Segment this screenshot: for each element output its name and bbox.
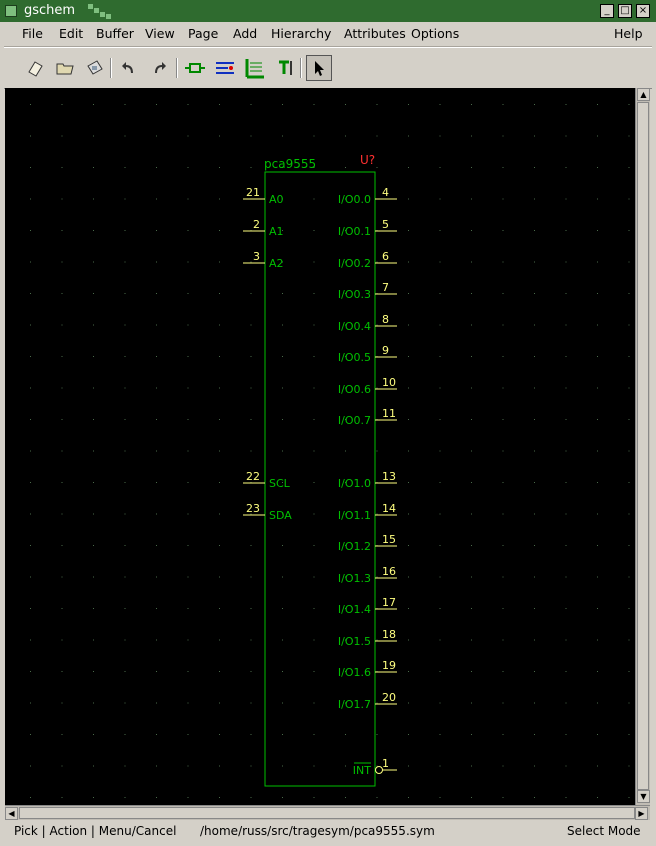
menu-options[interactable]: Options: [411, 26, 459, 41]
pin-label: SDA: [269, 509, 292, 522]
window-title: gschem: [24, 3, 76, 18]
pin-number: 22: [246, 470, 260, 483]
horizontal-scrollbar[interactable]: ◀ ▶: [5, 805, 650, 820]
pin-number: 16: [382, 565, 396, 578]
add-net-icon[interactable]: [212, 55, 238, 81]
menu-view[interactable]: View: [145, 26, 175, 41]
pin-label: I/O0.7: [338, 414, 371, 427]
pin-number: 23: [246, 502, 260, 515]
close-button[interactable]: ×: [636, 4, 650, 18]
mode-indicator: Select Mode: [567, 824, 641, 838]
menu-buffer[interactable]: Buffer: [96, 26, 134, 41]
pin-label: I/O0.5: [338, 351, 371, 364]
pin-number: 6: [382, 250, 389, 263]
menu-page[interactable]: Page: [188, 26, 218, 41]
pin-label: I/O1.4: [338, 603, 371, 616]
menu-attributes[interactable]: Attributes: [344, 26, 406, 41]
title-bar: gschem _ □ ×: [0, 0, 656, 22]
pin-label: I/O1.6: [338, 666, 371, 679]
vertical-scrollbar[interactable]: ▲ ▼: [635, 88, 650, 805]
add-bus-icon[interactable]: [242, 55, 268, 81]
grid-dots: [30, 104, 630, 798]
pin-label: I/O1.5: [338, 635, 371, 648]
pin-number: 14: [382, 502, 396, 515]
open-file-icon[interactable]: [52, 55, 78, 81]
minimize-button[interactable]: _: [600, 4, 614, 18]
pin-label: I/O1.7: [338, 698, 371, 711]
toolbar-separator: [300, 58, 302, 78]
pin-label: I/O1.2: [338, 540, 371, 553]
menu-bar: File Edit Buffer View Page Add Hierarchy…: [4, 22, 652, 47]
pin-label: I/O0.6: [338, 383, 371, 396]
pin-label: I/O1.1: [338, 509, 371, 522]
pin-label: I/O0.1: [338, 225, 371, 238]
pin-number: 2: [253, 218, 260, 231]
pin-number: 9: [382, 344, 389, 357]
menu-edit[interactable]: Edit: [59, 26, 83, 41]
pin-label: I/O0.2: [338, 257, 371, 270]
scroll-left-icon[interactable]: ◀: [5, 807, 18, 820]
scroll-down-icon[interactable]: ▼: [637, 790, 650, 803]
pin-label: I/O1.0: [338, 477, 371, 490]
pin-number: 4: [382, 186, 389, 199]
refdes-label[interactable]: U?: [360, 153, 375, 167]
select-arrow-icon[interactable]: [306, 55, 332, 81]
vertical-scroll-thumb[interactable]: [637, 102, 649, 790]
mouse-hints: Pick | Action | Menu/Cancel: [14, 824, 177, 838]
scroll-right-icon[interactable]: ▶: [635, 807, 648, 820]
pin-number: 20: [382, 691, 396, 704]
symbol-name[interactable]: pca9555: [264, 157, 316, 171]
scroll-up-icon[interactable]: ▲: [637, 88, 650, 101]
pin-number: 13: [382, 470, 396, 483]
menu-hierarchy[interactable]: Hierarchy: [271, 26, 331, 41]
undo-icon[interactable]: [116, 55, 142, 81]
add-component-icon[interactable]: [182, 55, 208, 81]
pin-number: 5: [382, 218, 389, 231]
pin-label: I/O1.3: [338, 572, 371, 585]
file-path: /home/russ/src/tragesym/pca9555.sym: [200, 824, 435, 838]
menu-help[interactable]: Help: [614, 26, 643, 41]
maximize-button[interactable]: □: [618, 4, 632, 18]
pin-label: SCL: [269, 477, 291, 490]
pin-number: 17: [382, 596, 396, 609]
pin-number: 7: [382, 281, 389, 294]
titlebar-decoration: [88, 4, 111, 19]
toolbar-separator: [176, 58, 178, 78]
horizontal-scroll-thumb[interactable]: [19, 807, 635, 819]
pin-label: I/O0.0: [338, 193, 371, 206]
pin-number: 1: [382, 757, 389, 770]
pin-number: 8: [382, 313, 389, 326]
pin-number: 10: [382, 376, 396, 389]
pin-number: 15: [382, 533, 396, 546]
pin-label: INT: [353, 764, 371, 777]
schematic-drawing: pca9555 U? 21A02A13A222SCL23SDA4I/O0.05I…: [30, 104, 630, 798]
menu-file[interactable]: File: [22, 26, 43, 41]
status-bar: Pick | Action | Menu/Cancel /home/russ/s…: [0, 820, 656, 846]
pin-number: 19: [382, 659, 396, 672]
pin-number: 21: [246, 186, 260, 199]
toolbar: [4, 47, 652, 89]
toolbar-separator: [110, 58, 112, 78]
pin-label: I/O0.4: [338, 320, 371, 333]
new-file-icon[interactable]: [22, 55, 48, 81]
pin-number: 3: [253, 250, 260, 263]
pin-label: A0: [269, 193, 284, 206]
add-text-icon[interactable]: [272, 55, 298, 81]
pin-label: I/O0.3: [338, 288, 371, 301]
app-icon: [5, 5, 17, 17]
redo-icon[interactable]: [146, 55, 172, 81]
pins-group: 21 A0 2 A1 3 A2 22 SCL 23 SDA 4 I/O0.0 5 I/O0.1 6 I/O0.…: [243, 186, 397, 777]
pin-label: A2: [269, 257, 284, 270]
pin-label: A1: [269, 225, 284, 238]
schematic-canvas[interactable]: pca9555 U? 21 A0 2 A1 3 A2 22 SCL 23 SDA 4 I/O0.0 5 I…: [5, 88, 635, 805]
save-file-icon[interactable]: [82, 55, 108, 81]
pin-number: 11: [382, 407, 396, 420]
menu-add[interactable]: Add: [233, 26, 257, 41]
pin-number: 18: [382, 628, 396, 641]
